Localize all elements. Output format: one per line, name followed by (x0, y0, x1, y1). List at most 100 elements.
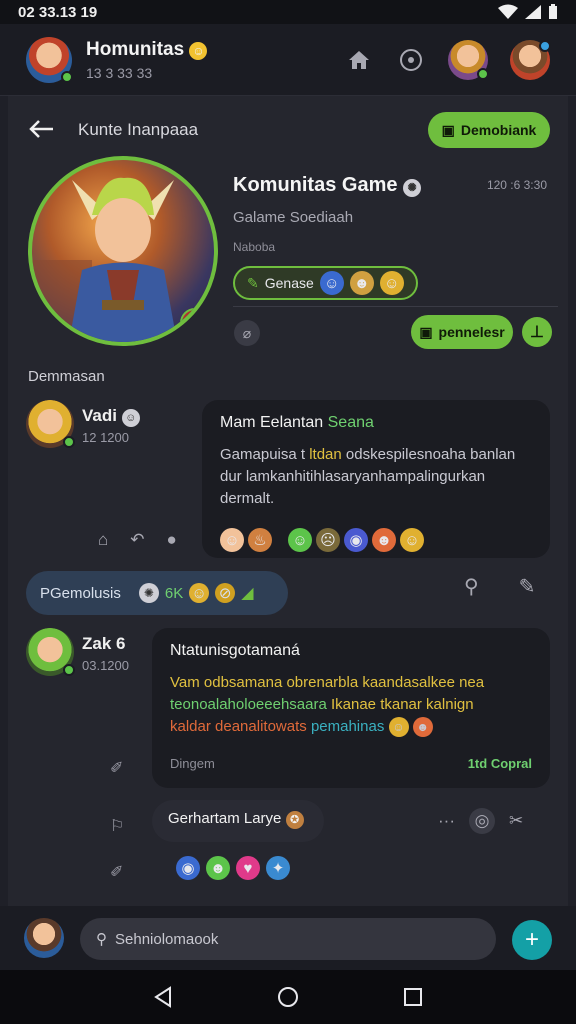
community-subtitle: Galame Soediaah (233, 209, 354, 226)
reaction-emoji-icon[interactable]: ☹ (316, 528, 340, 552)
system-nav-bar (0, 970, 576, 1024)
app-subtitle: 13 3 33 33 (86, 64, 153, 81)
share-icon[interactable]: ✂ (509, 811, 523, 831)
user-avatar[interactable] (26, 36, 73, 83)
message-bubble: Ntatunisgotamaná Vam odbsamana obrenarbl… (152, 628, 550, 788)
message-more-actions: ··· ◎ ✂ (438, 808, 523, 834)
reaction-emoji-icon: ☻ (412, 717, 433, 737)
bookmark-icon: ▣ (441, 121, 455, 138)
message-title: Mam Eelantan Seana (220, 414, 374, 431)
message-text: Gamapuisa t ltdan odskespilesnoaha banla… (220, 446, 516, 507)
home-icon[interactable] (344, 45, 374, 75)
reaction-emoji-icon[interactable]: ◉ (176, 856, 200, 880)
pin-icon[interactable]: ⚲ (464, 574, 479, 599)
cookie-emoji-icon: ✪ (285, 810, 304, 829)
online-indicator (63, 436, 75, 448)
reaction-emoji-icon[interactable]: ☻ (206, 856, 230, 880)
add-button[interactable]: + (512, 920, 552, 960)
message-bubble: Mam Eelantan Seana Gamapuisa t ltdan ods… (202, 400, 550, 558)
message-author: Vadi ☺ (82, 406, 140, 427)
reaction-list: ◉ ☻ ♥ ✦ (176, 856, 290, 880)
reaction-emoji-icon[interactable]: ✦ (266, 856, 290, 880)
reaction-emoji-icon[interactable]: ☺ (220, 528, 244, 552)
reaction-emoji-icon[interactable]: ☺ (288, 528, 312, 552)
edit-note-icon[interactable]: ✐ (110, 758, 123, 778)
search-icon: ⚲ (96, 931, 107, 948)
battery-icon (549, 4, 557, 19)
message-footer: Dingem 1td Copral (170, 756, 532, 771)
book-icon[interactable]: ⌂ (98, 530, 108, 550)
divider (233, 306, 558, 307)
message-row: Zak 6 03.1200 ✐ Ntatunisgotamaná Vam odb… (26, 628, 550, 790)
reaction-emoji-icon[interactable]: ◉ (344, 528, 368, 552)
back-arrow-icon[interactable] (28, 115, 58, 146)
back-nav-icon[interactable] (152, 986, 174, 1008)
message-time: 03.1200 (82, 658, 129, 673)
community-avatar (28, 156, 218, 346)
heart-icon[interactable]: ♥ (236, 856, 260, 880)
more-icon[interactable]: ··· (438, 811, 455, 831)
message-title: Gerhartam Larye ✪ (168, 810, 308, 829)
target-icon[interactable] (396, 45, 426, 75)
globe-icon: ✺ (138, 583, 159, 603)
comment-icon[interactable]: ● (167, 530, 177, 550)
record-icon[interactable]: ◎ (468, 808, 495, 834)
top-icons (344, 39, 551, 80)
status-icons (498, 4, 558, 20)
online-indicator (539, 39, 551, 52)
message-avatar[interactable] (26, 628, 75, 676)
message-input[interactable]: ⚲ Sehniolomaook (80, 918, 496, 960)
reaction-emoji-icon: ⊘ (215, 583, 236, 603)
app-screen: 02 33.13 19 Homunitas ☺ 13 3 33 33 Kunte… (0, 0, 576, 1024)
message-avatar[interactable] (26, 400, 75, 448)
main-panel: Kunte Inanpaaa ▣ Demobiank Komunitas Gam… (8, 96, 568, 906)
home-nav-icon[interactable] (277, 986, 299, 1008)
signal-icon (525, 5, 541, 19)
small-badge-avatar (180, 308, 210, 338)
footer-right-label[interactable]: 1td Copral (468, 756, 532, 771)
message-row: ⚐ ✐ Gerhartam Larye ✪ ◉ ☻ ♥ ✦ ··· ◎ ✂ (26, 800, 550, 900)
profile-info: Komunitas Game ✺ 120 :6 3:30 Galame Soed… (233, 174, 553, 300)
input-placeholder: Sehniolomaook (115, 930, 219, 948)
reaction-emoji-icon: ☺ (388, 717, 409, 737)
flag-icon[interactable]: ⚐ (110, 816, 124, 836)
reaction-emoji-icon: ☻ (349, 271, 374, 295)
profile-time: 120 :6 3:30 (486, 178, 547, 192)
leaf-icon: ◢ (241, 585, 254, 602)
message-bubble: Gerhartam Larye ✪ (152, 800, 324, 842)
edit-icon[interactable]: ✎ (519, 574, 536, 599)
bookmark-icon: ▣ (419, 323, 433, 340)
status-time: 02 33.13 19 (18, 3, 98, 21)
online-indicator (61, 70, 73, 83)
note-icon[interactable]: ✐ (110, 862, 123, 882)
demobiank-button[interactable]: ▣ Demobiank (428, 112, 550, 148)
message-time: 12 1200 (82, 430, 129, 445)
reply-icon[interactable]: ↶ (130, 530, 144, 550)
composer-avatar[interactable] (24, 918, 64, 958)
reaction-summary-bar[interactable]: PGemolusis ✺ 6K ☺ ⊘ ◢ (26, 571, 288, 615)
globe-icon: ✺ (403, 178, 422, 197)
message-row: Vadi ☺ 12 1200 ⌂ ↶ ● Mam Eelantan Seana … (26, 400, 550, 560)
friend-avatar-2[interactable] (510, 39, 551, 80)
friend-avatar-1[interactable] (448, 39, 489, 80)
smile-emoji-icon: ☺ (189, 41, 208, 60)
reaction-emoji-icon[interactable]: ♨ (248, 528, 272, 552)
message-text: Vam odbsamana obrenarbla kaandasalkee ne… (170, 674, 485, 737)
reaction-emoji-icon[interactable]: ☺ (400, 528, 424, 552)
reaction-emoji-icon: ☺ (319, 271, 344, 295)
status-emoji-icon: ☺ (121, 409, 140, 427)
expand-icon[interactable]: ⊥ (522, 317, 552, 347)
attach-icon[interactable]: ⌀ (234, 320, 260, 346)
reaction-emoji-icon: ☺ (189, 583, 210, 603)
reaction-list: ☺ ♨ ☺ ☹ ◉ ☻ ☺ (220, 528, 532, 552)
feather-icon: ✎ (247, 274, 259, 291)
recents-nav-icon[interactable] (402, 986, 424, 1008)
top-title: Homunitas ☺ 13 3 33 33 (86, 39, 208, 81)
reaction-emoji-icon[interactable]: ☻ (372, 528, 396, 552)
status-bar: 02 33.13 19 (0, 0, 576, 24)
reaction-emoji-icon: ☺ (379, 271, 404, 295)
tag-pill[interactable]: ✎ Genase ☺ ☻ ☺ (233, 266, 418, 300)
footer-left-label: Dingem (170, 756, 215, 771)
pennelesr-button[interactable]: ▣ pennelesr (411, 315, 513, 349)
app-title: Homunitas ☺ (86, 39, 208, 61)
